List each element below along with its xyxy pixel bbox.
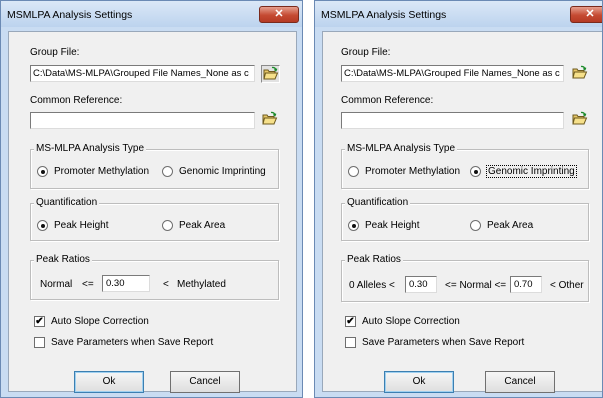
peak-ratios-group: Peak Ratios Normal <= 0.30 < Methylated [30, 254, 279, 300]
radio-label: Peak Area [487, 220, 534, 231]
normal-label: Normal [40, 279, 73, 290]
folder-open-icon [572, 111, 588, 125]
radio-label: Peak Area [179, 220, 226, 231]
checkmark-icon: ✔ [34, 316, 45, 327]
checkbox-empty-icon [345, 337, 356, 348]
radio-selected-icon [37, 166, 48, 177]
radio-peak-area[interactable]: Peak Area [162, 220, 225, 231]
radio-peak-area[interactable]: Peak Area [470, 220, 533, 231]
checkmark-icon: ✔ [345, 316, 356, 327]
other-label: < Other [550, 280, 584, 291]
auto-slope-checkbox[interactable]: ✔ Auto Slope Correction [345, 316, 460, 327]
auto-slope-checkbox[interactable]: ✔ Auto Slope Correction [34, 316, 149, 327]
radio-selected-icon [37, 220, 48, 231]
ok-button[interactable]: Ok [384, 371, 454, 393]
folder-open-icon [263, 66, 279, 80]
group-file-input[interactable]: C:\Data\MS-MLPA\Grouped File Names_None … [341, 65, 564, 82]
radio-label: Genomic Imprinting [486, 165, 577, 178]
radio-promoter-methylation[interactable]: Promoter Methylation [348, 166, 460, 177]
save-parameters-label: Save Parameters when Save Report [51, 337, 214, 348]
browse-group-file-button[interactable] [261, 65, 280, 83]
peak-ratios-legend: Peak Ratios [34, 254, 92, 265]
common-reference-input[interactable] [30, 112, 255, 129]
radio-genomic-imprinting[interactable]: Genomic Imprinting [470, 165, 577, 178]
radio-selected-icon [470, 166, 481, 177]
checkbox-empty-icon [34, 337, 45, 348]
analysis-settings-dialog-imprinting: MSMLPA Analysis Settings ✕ Group File: C… [314, 0, 603, 398]
close-icon: ✕ [585, 8, 595, 20]
radio-peak-height[interactable]: Peak Height [37, 220, 108, 231]
common-reference-label: Common Reference: [30, 95, 123, 106]
analysis-type-group: MS-MLPA Analysis Type Promoter Methylati… [341, 143, 589, 189]
auto-slope-label: Auto Slope Correction [51, 316, 149, 327]
radio-peak-height[interactable]: Peak Height [348, 220, 419, 231]
cancel-button[interactable]: Cancel [170, 371, 240, 393]
group-file-input[interactable]: C:\Data\MS-MLPA\Grouped File Names_None … [30, 65, 255, 82]
dialog-title: MSMLPA Analysis Settings [321, 9, 447, 21]
auto-slope-label: Auto Slope Correction [362, 316, 460, 327]
common-reference-input[interactable] [341, 112, 564, 129]
quantification-legend: Quantification [345, 197, 411, 208]
zero-alleles-threshold-input[interactable]: 0.30 [405, 276, 437, 293]
normal-range-label: <= Normal <= [445, 280, 507, 291]
radio-promoter-methylation[interactable]: Promoter Methylation [37, 166, 149, 177]
quantification-group: Quantification Peak Height Peak Area [341, 197, 589, 241]
browse-common-reference-button[interactable] [261, 111, 280, 129]
other-threshold-input[interactable]: 0.70 [510, 276, 542, 293]
methylated-label: Methylated [177, 279, 226, 290]
quantification-group: Quantification Peak Height Peak Area [30, 197, 279, 241]
save-parameters-label: Save Parameters when Save Report [362, 337, 525, 348]
radio-genomic-imprinting[interactable]: Genomic Imprinting [162, 166, 266, 177]
save-parameters-checkbox[interactable]: Save Parameters when Save Report [34, 337, 213, 348]
radio-label: Genomic Imprinting [179, 166, 266, 177]
radio-label: Promoter Methylation [365, 166, 461, 177]
normal-threshold-input[interactable]: 0.30 [102, 275, 150, 292]
group-file-label: Group File: [30, 47, 80, 58]
group-file-label: Group File: [341, 47, 391, 58]
save-parameters-checkbox[interactable]: Save Parameters when Save Report [345, 337, 524, 348]
title-bar[interactable]: MSMLPA Analysis Settings ✕ [315, 1, 602, 27]
browse-common-reference-button[interactable] [571, 111, 590, 129]
cancel-button[interactable]: Cancel [485, 371, 555, 393]
close-button[interactable]: ✕ [570, 6, 602, 23]
ok-button[interactable]: Ok [74, 371, 144, 393]
dialog-client-area: Group File: C:\Data\MS-MLPA\Grouped File… [8, 31, 297, 393]
radio-unselected-icon [470, 220, 481, 231]
quantification-legend: Quantification [34, 197, 100, 208]
close-button[interactable]: ✕ [259, 6, 299, 23]
dialog-client-area: Group File: C:\Data\MS-MLPA\Grouped File… [322, 31, 602, 393]
peak-ratios-legend: Peak Ratios [345, 254, 403, 265]
common-reference-label: Common Reference: [341, 95, 434, 106]
browse-group-file-button[interactable] [571, 65, 590, 83]
radio-label: Peak Height [54, 220, 109, 231]
zero-alleles-label: 0 Alleles < [349, 280, 395, 291]
radio-label: Promoter Methylation [54, 166, 150, 177]
less-equal-label: <= [82, 279, 94, 290]
analysis-type-group: MS-MLPA Analysis Type Promoter Methylati… [30, 143, 279, 189]
less-than-label: < [163, 279, 169, 290]
folder-open-icon [262, 111, 278, 125]
radio-selected-icon [348, 220, 359, 231]
peak-ratios-group: Peak Ratios 0 Alleles < 0.30 <= Normal <… [341, 254, 589, 302]
radio-unselected-icon [348, 166, 359, 177]
radio-label: Peak Height [365, 220, 420, 231]
analysis-type-legend: MS-MLPA Analysis Type [345, 143, 458, 154]
dialog-title: MSMLPA Analysis Settings [7, 9, 133, 21]
analysis-type-legend: MS-MLPA Analysis Type [34, 143, 147, 154]
radio-unselected-icon [162, 166, 173, 177]
close-icon: ✕ [274, 8, 284, 20]
folder-open-icon [572, 65, 588, 79]
radio-unselected-icon [162, 220, 173, 231]
title-bar[interactable]: MSMLPA Analysis Settings ✕ [1, 1, 302, 27]
analysis-settings-dialog-promoter: MSMLPA Analysis Settings ✕ Group File: C… [0, 0, 303, 398]
